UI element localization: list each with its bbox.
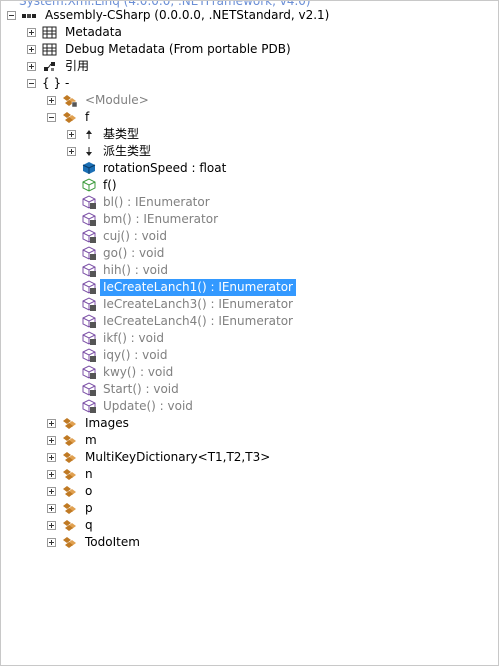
tree-item-label: cuj() : void: [103, 229, 167, 243]
tree-item-label: Start() : void: [103, 382, 179, 396]
expand-toggle[interactable]: [47, 538, 56, 547]
private-method-icon: [81, 348, 97, 363]
tree-item-label: <Module>: [85, 93, 149, 107]
assembly-icon: [21, 8, 37, 23]
tree-item-label: ikf() : void: [103, 331, 164, 345]
tree-item-label: o: [85, 484, 93, 498]
constructor-icon: [81, 178, 97, 193]
expand-toggle[interactable]: [47, 470, 56, 479]
tree-item-label: rotationSpeed : float: [103, 161, 227, 175]
references-icon: [42, 59, 58, 74]
expand-toggle[interactable]: [27, 62, 36, 71]
expand-toggle[interactable]: [47, 436, 56, 445]
tree-item-label: 派生类型: [103, 144, 152, 158]
tree-item-label: TodoItem: [85, 535, 140, 549]
base-types-icon: [81, 127, 97, 142]
class-icon: [62, 433, 78, 448]
expand-toggle[interactable]: [47, 96, 56, 105]
metadata-table-icon: [42, 25, 58, 40]
tree-item-label: Images: [85, 416, 129, 430]
class-icon: [62, 110, 78, 125]
derived-types-icon: [81, 144, 97, 159]
private-method-icon: [81, 280, 97, 295]
class-icon: [62, 484, 78, 499]
tree-item-label: hih() : void: [103, 263, 168, 277]
class-icon: [62, 450, 78, 465]
private-method-icon: [81, 365, 97, 380]
tree-item-label: q: [85, 518, 93, 532]
private-method-icon: [81, 297, 97, 312]
class-icon: [62, 467, 78, 482]
tree-view: Assembly-CSharp (0.0.0.0, .NETStandard, …: [1, 1, 498, 665]
private-method-icon: [81, 212, 97, 227]
tree-item-label: IeCreateLanch4() : IEnumerator: [103, 314, 293, 328]
private-method-icon: [81, 246, 97, 261]
expand-toggle[interactable]: [47, 419, 56, 428]
tree-item-label: go() : void: [103, 246, 165, 260]
private-method-icon: [81, 229, 97, 244]
tree-item-label: bl() : IEnumerator: [103, 195, 210, 209]
tree-item-label-selected: IeCreateLanch1() : IEnumerator: [100, 279, 296, 296]
expand-toggle[interactable]: [67, 147, 76, 156]
tree-item-label: p: [85, 501, 93, 515]
assembly-tree-panel: System.Xml.Linq (4.0.0.0, .NETFramework,…: [0, 0, 499, 666]
tree-item-label: f: [85, 110, 90, 124]
tree-item-label: Metadata: [65, 25, 122, 39]
tree-item-label: 引用: [65, 59, 90, 73]
expand-toggle[interactable]: [67, 130, 76, 139]
tree-item-label: -: [65, 76, 70, 90]
class-icon: [62, 501, 78, 516]
tree-item-label: n: [85, 467, 93, 481]
tree-item-label: iqy() : void: [103, 348, 168, 362]
class-icon: [62, 535, 78, 550]
metadata-table-icon: [42, 42, 58, 57]
tree-item-label: Update() : void: [103, 399, 193, 413]
private-method-icon: [81, 331, 97, 346]
tree-item-label: bm() : IEnumerator: [103, 212, 219, 226]
tree-item-label: 基类型: [103, 127, 140, 141]
tree-item-label: kwy() : void: [103, 365, 174, 379]
tree-item-label: MultiKeyDictionary<T1,T2,T3>: [85, 450, 271, 464]
tree-item-label: Assembly-CSharp (0.0.0.0, .NETStandard, …: [45, 8, 330, 22]
class-icon: [62, 416, 78, 431]
expand-toggle[interactable]: [47, 453, 56, 462]
tree-item-label: m: [85, 433, 97, 447]
expand-toggle[interactable]: [47, 521, 56, 530]
collapse-toggle[interactable]: [27, 79, 36, 88]
tree-item-label: IeCreateLanch3() : IEnumerator: [103, 297, 293, 311]
class-icon: [62, 518, 78, 533]
expand-toggle[interactable]: [47, 487, 56, 496]
expand-toggle[interactable]: [27, 28, 36, 37]
collapse-toggle[interactable]: [47, 113, 56, 122]
tree-item-label: f(): [103, 178, 117, 192]
namespace-braces-icon: { }: [42, 76, 62, 90]
tree-item-label: Debug Metadata (From portable PDB): [65, 42, 291, 56]
class-icon: [62, 93, 78, 108]
private-method-icon: [81, 314, 97, 329]
private-method-icon: [81, 399, 97, 414]
expand-toggle[interactable]: [47, 504, 56, 513]
private-method-icon: [81, 382, 97, 397]
field-icon: [81, 161, 97, 176]
expand-toggle[interactable]: [27, 45, 36, 54]
collapse-toggle[interactable]: [7, 11, 16, 20]
private-method-icon: [81, 263, 97, 278]
private-method-icon: [81, 195, 97, 210]
